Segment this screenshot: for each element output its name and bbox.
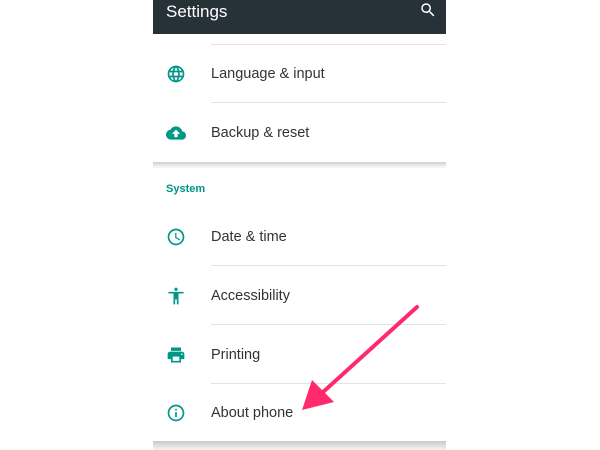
accessibility-icon <box>166 286 186 306</box>
settings-item-language-input[interactable]: Language & input <box>153 45 446 103</box>
settings-item-label: Printing <box>211 347 261 363</box>
settings-item-printing[interactable]: Printing <box>153 326 446 384</box>
settings-item-about-phone[interactable]: About phone <box>153 384 446 442</box>
settings-item-label: Accessibility <box>211 288 290 304</box>
divider <box>211 265 446 266</box>
settings-item-label: Backup & reset <box>211 125 310 141</box>
settings-screen: Settings Language & input Backup & reset… <box>153 0 446 450</box>
settings-item-date-time[interactable]: Date & time <box>153 208 446 266</box>
settings-item-label: Language & input <box>211 66 325 82</box>
cloud-upload-icon <box>166 123 186 143</box>
settings-item-label: Date & time <box>211 229 287 245</box>
info-icon <box>166 403 186 423</box>
printer-icon <box>166 345 186 365</box>
app-bar: Settings <box>153 0 446 34</box>
divider <box>211 102 446 103</box>
clock-icon <box>166 227 186 247</box>
settings-item-backup-reset[interactable]: Backup & reset <box>153 104 446 162</box>
globe-icon <box>166 64 186 84</box>
settings-item-label: About phone <box>211 405 294 421</box>
page-title: Settings <box>166 2 228 21</box>
section-header-system: System <box>166 183 206 195</box>
search-icon[interactable] <box>419 1 437 19</box>
section-separator <box>153 162 446 168</box>
settings-item-accessibility[interactable]: Accessibility <box>153 267 446 325</box>
bottom-edge <box>153 441 446 450</box>
divider <box>211 324 446 325</box>
